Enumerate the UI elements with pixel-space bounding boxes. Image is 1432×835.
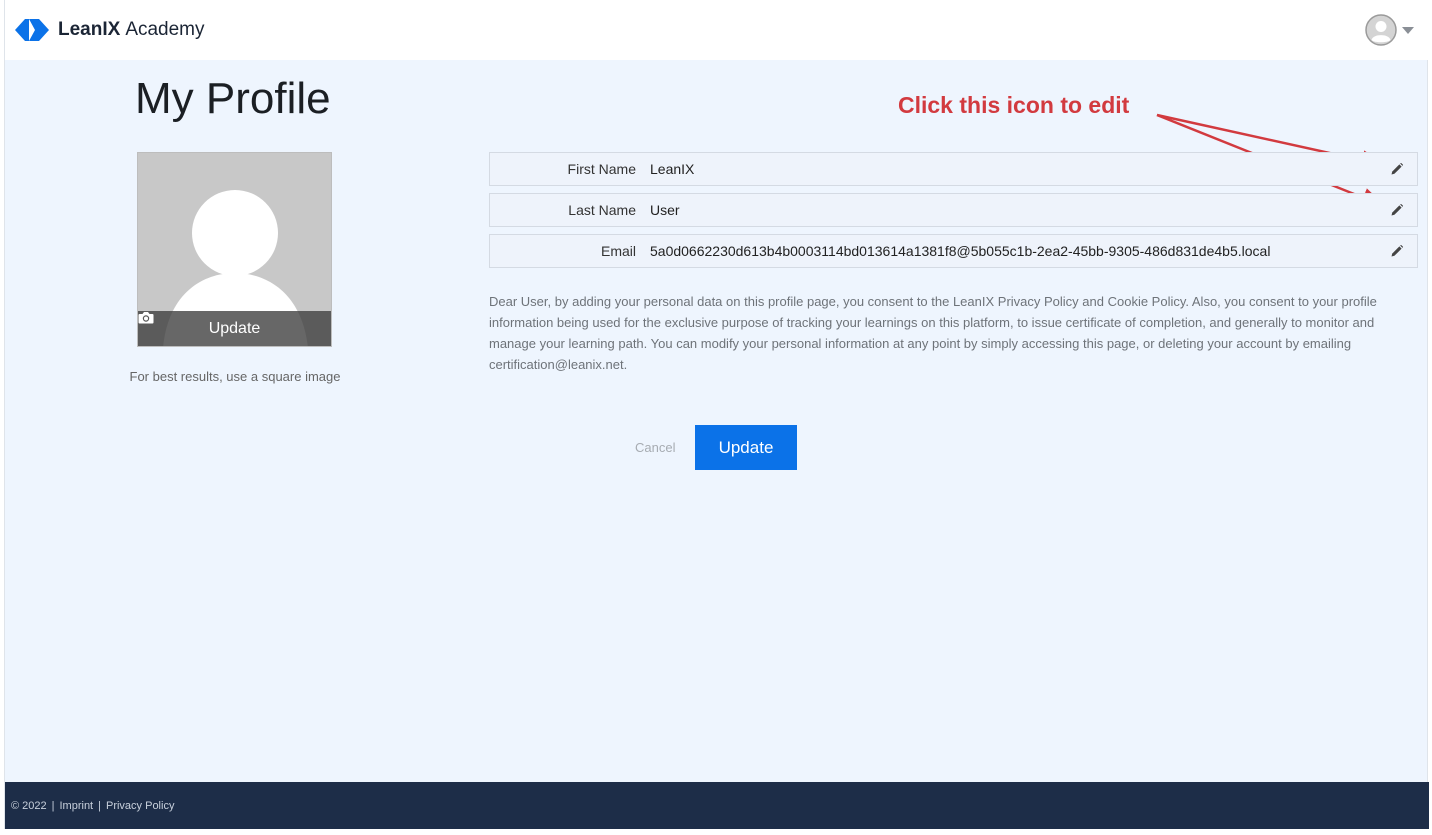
update-photo-label: Update — [208, 319, 261, 337]
user-avatar-icon — [1365, 14, 1397, 46]
footer-separator: | — [98, 799, 101, 812]
field-label-last-name: Last Name — [568, 202, 636, 218]
update-photo-button[interactable]: Update — [138, 311, 331, 346]
page-title: My Profile — [135, 74, 331, 123]
camera-icon — [138, 312, 154, 324]
update-button[interactable]: Update — [695, 425, 797, 470]
brand-name-strong: LeanIX — [58, 19, 121, 40]
footer-privacy-link[interactable]: Privacy Policy — [106, 800, 174, 812]
edit-email-button[interactable] — [1383, 237, 1411, 265]
consent-text: Dear User, by adding your personal data … — [489, 294, 1377, 372]
brand-logo[interactable]: LeanIX Academy — [15, 19, 205, 41]
field-value-last-name: User — [650, 202, 680, 218]
footer-imprint-link[interactable]: Imprint — [60, 800, 94, 812]
photo-hint: For best results, use a square image — [129, 369, 341, 384]
field-label-first-name: First Name — [567, 161, 636, 177]
edit-annotation-text: Click this icon to edit — [898, 92, 1130, 118]
edit-first-name-button[interactable] — [1383, 155, 1411, 183]
top-navbar: LeanIX Academy — [5, 0, 1429, 60]
field-label-email: Email — [600, 243, 636, 259]
cancel-button[interactable]: Cancel — [635, 440, 675, 455]
pencil-icon — [1391, 163, 1403, 175]
footer-copyright: © 2022 — [11, 799, 47, 812]
field-value-email: 5a0d0662230d613b4b0003114bd013614a1381f8… — [650, 243, 1271, 259]
caret-down-icon — [1402, 26, 1414, 34]
edit-last-name-button[interactable] — [1383, 196, 1411, 224]
pencil-icon — [1391, 245, 1403, 257]
profile-photo: Update — [137, 152, 332, 347]
footer-separator: | — [51, 799, 55, 812]
user-menu-toggle[interactable] — [1365, 14, 1414, 46]
field-row-first-name: First Name LeanIX — [489, 152, 1418, 186]
page-frame: LeanIX Academy My Profile Update For bes… — [4, 0, 1429, 829]
brand-name: LeanIX Academy — [58, 19, 205, 41]
field-row-email: Email 5a0d0662230d613b4b0003114bd013614a… — [489, 234, 1418, 268]
leanix-logo-icon — [15, 19, 49, 41]
field-row-last-name: Last Name User — [489, 193, 1418, 227]
footer: © 2022 | Imprint | Privacy Policy — [5, 782, 1429, 829]
field-value-first-name: LeanIX — [650, 161, 695, 177]
brand-name-light: Academy — [125, 19, 205, 40]
pencil-icon — [1391, 204, 1403, 216]
